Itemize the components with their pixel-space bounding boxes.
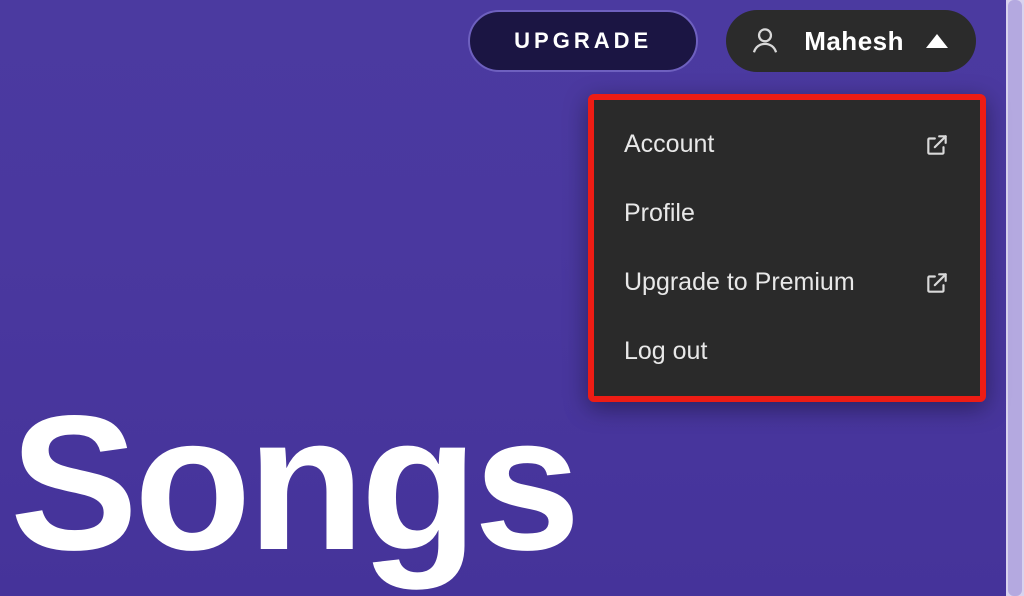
external-link-icon [924,270,950,296]
upgrade-button-label: UPGRADE [514,28,652,54]
menu-item-label: Upgrade to Premium [624,268,855,297]
menu-item-label: Profile [624,199,695,228]
user-avatar-icon [748,24,782,58]
menu-item-upgrade-premium[interactable]: Upgrade to Premium [594,248,980,317]
user-name: Mahesh [804,26,904,57]
external-link-icon [924,132,950,158]
caret-up-icon [926,34,948,48]
app-viewport: UPGRADE Mahesh Account [0,0,1024,596]
scrollbar-thumb[interactable] [1008,0,1022,596]
menu-item-label: Account [624,130,714,159]
menu-item-profile[interactable]: Profile [594,179,980,248]
user-menu-button[interactable]: Mahesh [726,10,976,72]
menu-item-account[interactable]: Account [594,110,980,179]
user-dropdown-menu: Account Profile Upgrade to Premium [594,100,980,396]
menu-item-label: Log out [624,337,707,366]
upgrade-button[interactable]: UPGRADE [468,10,698,72]
top-bar: UPGRADE Mahesh [0,6,1000,76]
user-menu-highlight: Account Profile Upgrade to Premium [588,94,986,402]
page-title: Songs [10,392,577,574]
vertical-scrollbar[interactable] [1006,0,1024,596]
menu-item-logout[interactable]: Log out [594,317,980,386]
